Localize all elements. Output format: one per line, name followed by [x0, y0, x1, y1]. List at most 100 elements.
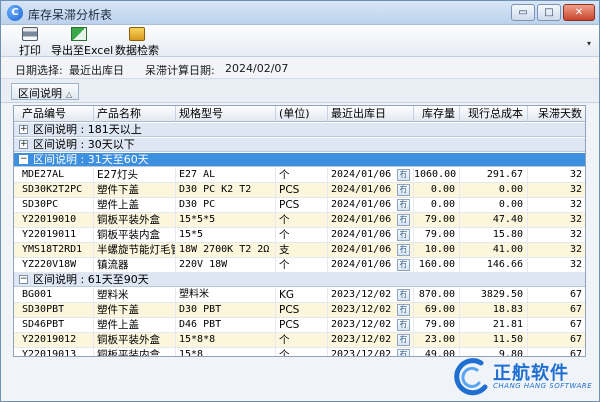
- cell-stale-days: 67: [528, 303, 585, 318]
- cell-total-cost: 47.40: [460, 213, 528, 228]
- cell-spec: D30 PC: [176, 198, 276, 213]
- group-row[interactable]: − 区间说明 : 61天至90天: [14, 273, 585, 287]
- group-row[interactable]: + 区间说明 : 30天以下: [14, 138, 585, 152]
- column-header-last-out-date[interactable]: 最近出库日: [328, 106, 414, 122]
- toolbar-overflow-icon[interactable]: ▾: [587, 39, 591, 48]
- table-row[interactable]: Y22019011 铜板平装内盒 15*5 个 2024/01/06 冇 79.00 15.8…: [14, 228, 585, 243]
- cell-total-cost: 146.66: [460, 258, 528, 273]
- cell-total-cost: 9.80: [460, 348, 528, 356]
- app-logo-icon: C: [7, 5, 23, 21]
- cell-unit: KG: [276, 288, 328, 303]
- cell-total-cost: 15.80: [460, 228, 528, 243]
- calendar-icon[interactable]: 冇: [397, 319, 410, 331]
- group-label: 区间说明 : 181天以上: [33, 123, 142, 136]
- calendar-icon[interactable]: 冇: [397, 289, 410, 301]
- search-icon: [129, 27, 145, 41]
- cell-unit: PCS: [276, 318, 328, 333]
- table-row[interactable]: Y22019012 铜板平装外盒 15*8*8 个 2023/12/02 冇 23.00 11…: [14, 333, 585, 348]
- group-label: 区间说明 : 31天至60天: [33, 153, 149, 166]
- column-header-product-name[interactable]: 产品名称: [94, 106, 176, 122]
- collapse-icon[interactable]: −: [19, 275, 28, 284]
- column-header-total-cost[interactable]: 现行总成本: [460, 106, 528, 122]
- calendar-icon[interactable]: 冇: [397, 214, 410, 226]
- cell-stock-qty: 10.00: [414, 243, 460, 258]
- minimize-button[interactable]: ▭: [511, 4, 535, 21]
- cell-stock-qty: 79.00: [414, 228, 460, 243]
- column-header-stale-days[interactable]: 呆滞天数: [528, 106, 585, 122]
- calc-date-value: 2024/02/07: [225, 62, 289, 75]
- calendar-icon[interactable]: 冇: [397, 334, 410, 346]
- cell-unit: 个: [276, 213, 328, 228]
- export-excel-button[interactable]: 导出至Excel: [51, 27, 113, 57]
- cell-stock-qty: 69.00: [414, 303, 460, 318]
- cell-stock-qty: 79.00: [414, 318, 460, 333]
- calendar-icon[interactable]: 冇: [397, 244, 410, 256]
- info-bar: 日期选择: 最近出库日 呆滞计算日期: 2024/02/07: [1, 57, 599, 79]
- cell-product-code: SD30PBT: [19, 303, 94, 318]
- table-row[interactable]: SD46PBT 塑件上盖 D46 PBT PCS 2023/12/02 冇 79.00 21.…: [14, 318, 585, 333]
- calc-date-label: 呆滞计算日期:: [145, 64, 215, 77]
- group-label: 区间说明 : 61天至90天: [33, 273, 149, 286]
- cell-product-name: 镇流器: [94, 258, 176, 273]
- cell-stale-days: 32: [528, 228, 585, 243]
- group-row[interactable]: − 区间说明 : 31天至60天: [14, 153, 585, 167]
- group-chip-interval[interactable]: 区间说明 △: [11, 83, 80, 100]
- cell-stock-qty: 870.00: [414, 288, 460, 303]
- calendar-icon[interactable]: 冇: [397, 304, 410, 316]
- cell-unit: PCS: [276, 303, 328, 318]
- cell-product-name: 塑件下盖: [94, 183, 176, 198]
- table-row[interactable]: YMS18T2RD1 半螺旋节能灯毛管 18W 2700K T2 2Ω 支 2024/0…: [14, 243, 585, 258]
- cell-stale-days: 32: [528, 168, 585, 183]
- column-header-spec[interactable]: 规格型号: [176, 106, 276, 122]
- cell-product-code: SD30K2T2PC: [19, 183, 94, 198]
- calendar-icon[interactable]: 冇: [397, 184, 410, 196]
- table-row[interactable]: SD30PC 塑件上盖 D30 PC PCS 2024/01/06 冇 0.00 0.00 32: [14, 198, 585, 213]
- cell-stale-days: 32: [528, 243, 585, 258]
- group-chip-label: 区间说明: [18, 87, 62, 100]
- cell-stock-qty: 79.00: [414, 213, 460, 228]
- cell-spec: D46 PBT: [176, 318, 276, 333]
- group-by-panel: 区间说明 △: [1, 79, 599, 103]
- maximize-button[interactable]: □: [537, 4, 561, 21]
- cell-total-cost: 291.67: [460, 168, 528, 183]
- cell-product-code: YMS18T2RD1: [19, 243, 94, 258]
- table-row[interactable]: Y22019010 铜板平装外盒 15*5*5 个 2024/01/06 冇 79.00 47…: [14, 213, 585, 228]
- cell-product-name: 铜板平装外盒: [94, 333, 176, 348]
- cell-product-name: 塑料米: [94, 288, 176, 303]
- app-window: C 库存呆滞分析表 ▭ □ ✕ 打印 导出至Excel 数据检索 ▾ 日期选择:…: [0, 0, 600, 402]
- date-select-value: 最近出库日: [69, 64, 124, 77]
- table-row[interactable]: MDE27AL E27灯头 E27 AL 个 2024/01/06 冇 1060.00 291…: [14, 168, 585, 183]
- collapse-icon[interactable]: −: [19, 155, 28, 164]
- table-row[interactable]: SD30K2T2PC 塑件下盖 D30 PC K2 T2 PCS 2024/01/06 冇…: [14, 183, 585, 198]
- column-header-stock-qty[interactable]: 库存量: [414, 106, 460, 122]
- cell-product-name: 塑件下盖: [94, 303, 176, 318]
- table-row[interactable]: SD30PBT 塑件下盖 D30 PBT PCS 2023/12/02 冇 69.00 18.…: [14, 303, 585, 318]
- cell-spec: 15*5*5: [176, 213, 276, 228]
- column-header-product-code[interactable]: 产品编号: [19, 106, 94, 122]
- cell-unit: PCS: [276, 183, 328, 198]
- cell-stale-days: 67: [528, 348, 585, 356]
- group-row[interactable]: + 区间说明 : 181天以上: [14, 123, 585, 137]
- table-row[interactable]: YZ220V18W 镇流器 220V 18W 个 2024/01/06 冇 160.00 14…: [14, 258, 585, 273]
- calendar-icon[interactable]: 冇: [397, 199, 410, 211]
- cell-unit: 个: [276, 228, 328, 243]
- calendar-icon[interactable]: 冇: [397, 229, 410, 241]
- data-search-button[interactable]: 数据检索: [115, 27, 159, 57]
- cell-product-code: MDE27AL: [19, 168, 94, 183]
- calendar-icon[interactable]: 冇: [397, 349, 410, 356]
- calendar-icon[interactable]: 冇: [397, 169, 410, 181]
- cell-stale-days: 32: [528, 198, 585, 213]
- cell-stock-qty: 160.00: [414, 258, 460, 273]
- toolbar: 打印 导出至Excel 数据检索 ▾: [1, 25, 599, 57]
- cell-spec: E27 AL: [176, 168, 276, 183]
- print-button[interactable]: 打印: [15, 27, 45, 57]
- cell-unit: 个: [276, 348, 328, 356]
- calendar-icon[interactable]: 冇: [397, 259, 410, 271]
- column-header-unit[interactable]: (单位): [276, 106, 328, 122]
- table-row[interactable]: BG001 塑料米 塑料米 KG 2023/12/02 冇 870.00 3829.50 67: [14, 288, 585, 303]
- table-row[interactable]: Y22019013 铜板平装内盒 15*8 个 2023/12/02 冇 49.00 9.80…: [14, 348, 585, 356]
- close-button[interactable]: ✕: [563, 4, 595, 21]
- expand-icon[interactable]: +: [19, 140, 28, 149]
- cell-stock-qty: 49.00: [414, 348, 460, 356]
- expand-icon[interactable]: +: [19, 125, 28, 134]
